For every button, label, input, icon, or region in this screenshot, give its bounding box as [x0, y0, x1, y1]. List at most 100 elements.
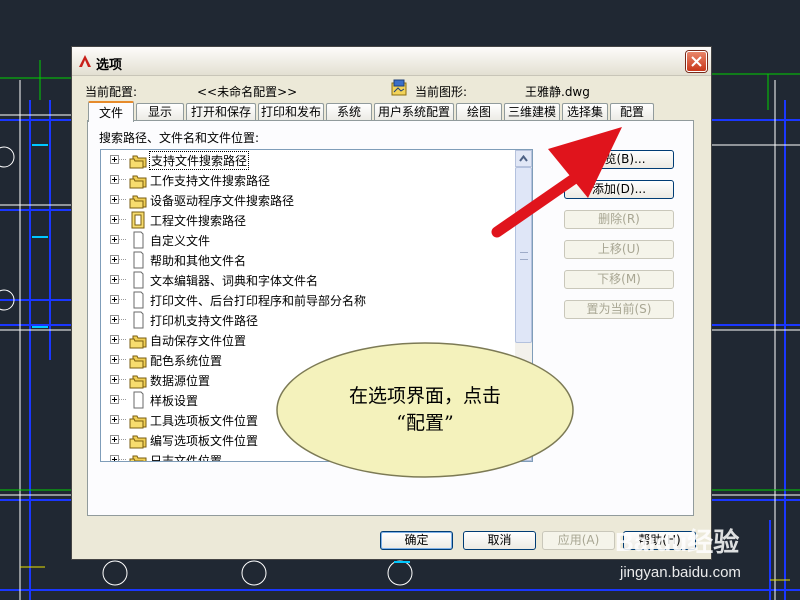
tab-open-save[interactable]: 打开和保存 [186, 103, 256, 120]
tutorial-callout: 在选项界面，点击 “配置” [275, 345, 575, 495]
cancel-button[interactable]: 取消 [463, 531, 536, 550]
tree-item[interactable]: 自定义文件 [101, 230, 521, 250]
drawing-file-icon [391, 79, 407, 96]
chevron-up-icon [519, 155, 528, 162]
set-current-button[interactable]: 置为当前(S) [564, 300, 674, 319]
tree-connector [119, 239, 126, 240]
expand-plus-icon[interactable] [110, 335, 119, 344]
tree-item-label: 编写选项板文件位置 [150, 434, 259, 448]
baidu-watermark-url: jingyan.baidu.com [620, 564, 741, 581]
scroll-up-button[interactable] [515, 150, 532, 167]
apply-button[interactable]: 应用(A) [542, 531, 615, 550]
folder-stack-icon [128, 191, 148, 209]
folder-stack-icon [128, 451, 148, 461]
close-icon [691, 56, 702, 67]
browse-button[interactable]: 浏览(B)... [564, 150, 674, 169]
tree-item-label: 文本编辑器、词典和字体文件名 [150, 274, 319, 288]
callout-text: 在选项界面，点击 “配置” [275, 383, 575, 437]
options-tabstrip: 文件 显示 打开和保存 打印和发布 系统 用户系统配置 绘图 三维建模 选择集 … [87, 101, 707, 122]
tree-connector [119, 399, 126, 400]
expand-plus-icon[interactable] [110, 375, 119, 384]
expand-plus-icon[interactable] [110, 435, 119, 444]
current-drawing-label: 当前图形: [415, 85, 468, 99]
tree-connector [119, 279, 126, 280]
tree-item-label: 样板设置 [150, 394, 199, 408]
tree-connector [119, 199, 126, 200]
move-up-button[interactable]: 上移(U) [564, 240, 674, 259]
tree-item-label: 帮助和其他文件名 [150, 254, 247, 268]
expand-plus-icon[interactable] [110, 415, 119, 424]
close-button[interactable] [686, 51, 707, 72]
tab-3d-modeling[interactable]: 三维建模 [504, 103, 560, 120]
tree-item-label: 工程文件搜索路径 [150, 214, 247, 228]
add-button[interactable]: 添加(D)... [564, 180, 674, 199]
tree-item[interactable]: 设备驱动程序文件搜索路径 [101, 190, 521, 210]
tree-connector [119, 439, 126, 440]
tab-profiles[interactable]: 配置 [610, 103, 654, 120]
baidu-watermark-logo: Baidu经验 [615, 527, 740, 557]
tree-connector [119, 179, 126, 180]
expand-plus-icon[interactable] [110, 355, 119, 364]
tab-drafting[interactable]: 绘图 [456, 103, 502, 120]
expand-plus-icon[interactable] [110, 235, 119, 244]
tree-item[interactable]: 帮助和其他文件名 [101, 250, 521, 270]
folder-stack-icon [128, 151, 148, 169]
tree-connector [119, 419, 126, 420]
tree-item[interactable]: 文本编辑器、词典和字体文件名 [101, 270, 521, 290]
expand-plus-icon[interactable] [110, 195, 119, 204]
folder-stack-icon [128, 431, 148, 449]
tree-item-label: 工具选项板文件位置 [150, 414, 259, 428]
remove-button[interactable]: 删除(R) [564, 210, 674, 229]
expand-plus-icon[interactable] [110, 255, 119, 264]
move-down-button[interactable]: 下移(M) [564, 270, 674, 289]
tree-item[interactable]: 工作支持文件搜索路径 [101, 170, 521, 190]
document-icon [128, 251, 148, 269]
expand-plus-icon[interactable] [110, 295, 119, 304]
tree-item-label: 支持文件搜索路径 [148, 151, 250, 170]
tree-item[interactable]: 支持文件搜索路径 [101, 150, 521, 170]
tab-system[interactable]: 系统 [326, 103, 372, 120]
expand-plus-icon[interactable] [110, 155, 119, 164]
tree-item-label: 打印文件、后台打印程序和前导部分名称 [150, 294, 367, 308]
tab-display[interactable]: 显示 [136, 103, 184, 120]
expand-plus-icon[interactable] [110, 315, 119, 324]
tree-item-label: 打印机支持文件路径 [150, 314, 259, 328]
tree-connector [119, 219, 126, 220]
tab-selection[interactable]: 选择集 [562, 103, 608, 120]
callout-line-1: 在选项界面，点击 [348, 385, 501, 407]
current-drawing-value: 王雅静.dwg [525, 85, 590, 99]
ok-button[interactable]: 确定 [380, 531, 453, 550]
tab-files[interactable]: 文件 [88, 101, 134, 122]
folder-stack-icon [128, 411, 148, 429]
tree-item-label: 配色系统位置 [150, 354, 223, 368]
expand-plus-icon[interactable] [110, 175, 119, 184]
tree-item[interactable]: 工程文件搜索路径 [101, 210, 521, 230]
tree-item-label: 工作支持文件搜索路径 [150, 174, 271, 188]
tree-item-label: 自定义文件 [150, 234, 211, 248]
document-icon [128, 271, 148, 289]
tree-item-label: 数据源位置 [150, 374, 211, 388]
tab-user-preferences[interactable]: 用户系统配置 [374, 103, 454, 120]
tree-item[interactable]: 打印机支持文件路径 [101, 310, 521, 330]
expand-plus-icon[interactable] [110, 275, 119, 284]
autocad-app-icon [79, 55, 91, 67]
scroll-thumb[interactable] [515, 167, 532, 343]
document-icon [128, 231, 148, 249]
tree-connector [119, 359, 126, 360]
dialog-titlebar[interactable]: 选项 [72, 47, 711, 76]
tree-connector [119, 259, 126, 260]
tree-connector [119, 319, 126, 320]
expand-plus-icon[interactable] [110, 215, 119, 224]
document-icon [128, 391, 148, 409]
folder-stack-icon [128, 371, 148, 389]
tree-item-label: 自动保存文件位置 [150, 334, 247, 348]
tab-plot-publish[interactable]: 打印和发布 [258, 103, 324, 120]
tree-item[interactable]: 打印文件、后台打印程序和前导部分名称 [101, 290, 521, 310]
search-paths-caption: 搜索路径、文件名和文件位置: [99, 131, 260, 145]
current-config-value: <<未命名配置>> [197, 85, 298, 99]
folder-stack-icon [128, 351, 148, 369]
expand-plus-icon[interactable] [110, 395, 119, 404]
folder-stack-icon [128, 171, 148, 189]
expand-plus-icon[interactable] [110, 455, 119, 461]
tree-connector [119, 379, 126, 380]
